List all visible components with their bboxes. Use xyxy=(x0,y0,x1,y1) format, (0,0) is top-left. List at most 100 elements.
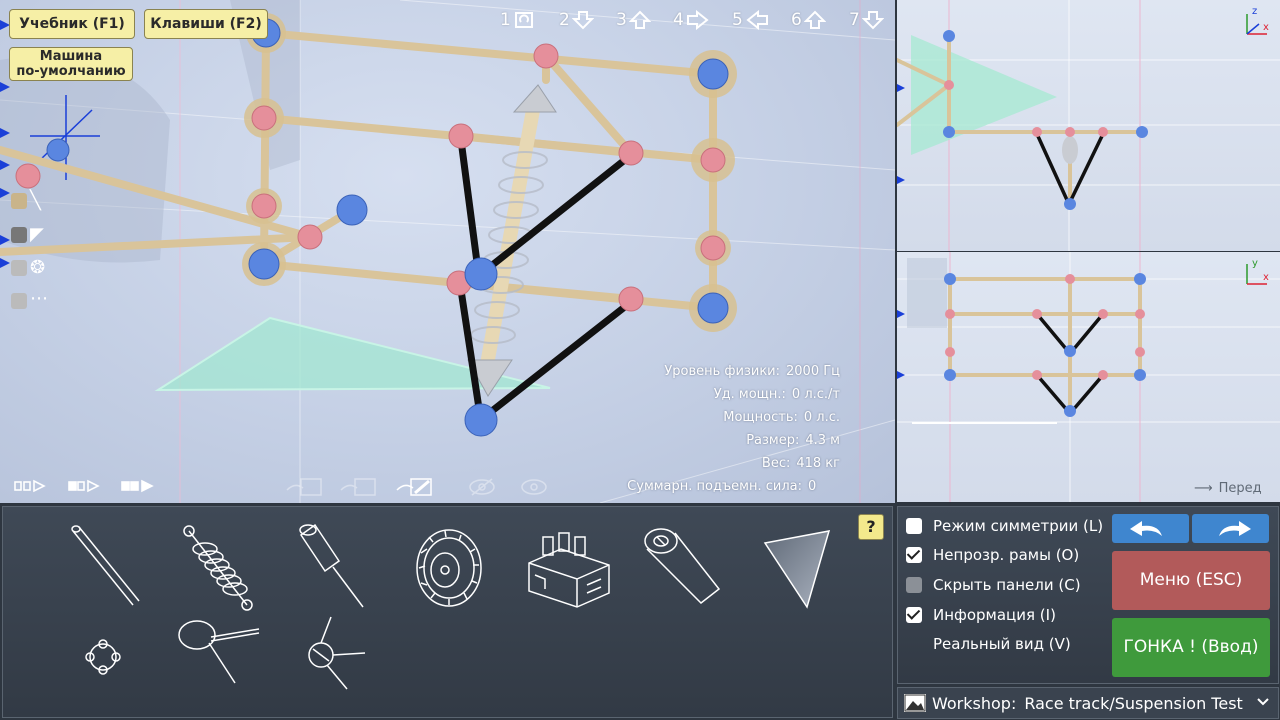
hinge-part[interactable] xyxy=(175,613,271,693)
size-label: Размер: xyxy=(746,433,800,448)
joint-part[interactable] xyxy=(301,613,371,693)
weight-label: Вес: xyxy=(761,456,791,471)
view-button-7[interactable]: 7 xyxy=(849,9,884,31)
paste-disabled-icon[interactable] xyxy=(286,478,322,496)
settings-panel: Режим симметрии (L) Непрозр. рамы (O) Ск… xyxy=(897,506,1279,684)
workshop-selector[interactable]: Workshop: Race track/Suspension Test xyxy=(897,687,1279,719)
wheel-tool-swatch[interactable] xyxy=(11,260,27,276)
redo-button[interactable] xyxy=(1192,514,1269,543)
view-button-3[interactable]: 3 xyxy=(616,9,651,31)
top-orthographic-view[interactable]: y x ⟶ Перед xyxy=(897,252,1280,502)
view-button-number: 2 xyxy=(559,10,570,30)
transform-icon[interactable] xyxy=(396,478,432,496)
node-part[interactable] xyxy=(75,627,135,687)
axis-gizmo-yx: y x xyxy=(1246,258,1269,285)
more-tool-swatch[interactable] xyxy=(11,293,27,309)
side-view-scene: z x xyxy=(897,0,1280,251)
workshop-track-name: Race track/Suspension Test xyxy=(1024,693,1243,713)
arrow-right-icon xyxy=(686,10,709,30)
view-button-6[interactable]: 6 xyxy=(791,9,826,31)
svg-text:x: x xyxy=(1263,22,1269,33)
view-button-number: 3 xyxy=(616,10,627,30)
info-option[interactable]: Информация (I) xyxy=(906,606,1056,624)
beam-tool-swatch[interactable] xyxy=(11,193,27,209)
undo-button[interactable] xyxy=(1112,514,1189,543)
wing-tool-swatch[interactable] xyxy=(11,227,27,243)
default-car-label-line1: Машина xyxy=(39,49,103,64)
wing-panel-part[interactable] xyxy=(759,527,839,613)
speed-normal-icon[interactable] xyxy=(68,479,100,493)
beam-part[interactable] xyxy=(65,523,145,613)
opaque-frames-checkbox[interactable] xyxy=(906,547,922,563)
hide-panels-checkbox[interactable] xyxy=(906,577,922,593)
speed-fast-icon[interactable] xyxy=(121,479,154,493)
size-value: 4.3 м xyxy=(805,433,840,448)
svg-text:y: y xyxy=(1252,258,1258,269)
wing-tool-icon[interactable]: ◤ xyxy=(30,224,44,245)
arrow-up-icon xyxy=(803,10,826,29)
arrow-left-icon xyxy=(746,10,768,30)
tutorial-button[interactable]: Учебник (F1) xyxy=(9,9,135,39)
spring-part[interactable] xyxy=(177,523,267,613)
view-button-4[interactable]: 4 xyxy=(673,9,710,31)
rotate-view-icon xyxy=(514,12,533,28)
symmetry-mode-option[interactable]: Режим симметрии (L) xyxy=(906,517,1103,535)
view-button-number: 1 xyxy=(500,10,511,30)
view-button-2[interactable]: 2 xyxy=(559,9,594,31)
arrow-up-icon xyxy=(628,10,651,29)
vehicle-info-panel: Уровень физики: 2000 Гц Уд. мощн.: 0 л.с./… xyxy=(600,360,840,498)
more-tools-icon[interactable]: ⋯ xyxy=(30,288,48,309)
copy-disabled-icon[interactable] xyxy=(340,478,376,496)
symmetry-mode-checkbox[interactable] xyxy=(906,518,922,534)
redo-icon xyxy=(1219,521,1251,536)
view-button-number: 6 xyxy=(791,10,802,30)
opaque-frames-label: Непрозр. рамы (O) xyxy=(933,546,1080,564)
specific-power-label: Уд. мощн.: xyxy=(713,387,786,402)
default-car-button[interactable]: Машина по-умолчанию xyxy=(9,47,133,81)
main-3d-viewport[interactable]: Учебник (F1) Клавиши (F2) Машина по-умол… xyxy=(0,0,895,503)
top-view-scene: y x xyxy=(897,252,1280,502)
view-button-number: 4 xyxy=(673,10,684,30)
front-label: Перед xyxy=(1218,481,1262,496)
keys-button[interactable]: Клавиши (F2) xyxy=(144,9,268,39)
svg-text:z: z xyxy=(1252,6,1257,17)
hide-disabled-icon[interactable] xyxy=(469,478,495,496)
symmetry-mode-label: Режим симметрии (L) xyxy=(933,517,1104,535)
wheel-part[interactable] xyxy=(409,523,489,613)
view-button-5[interactable]: 5 xyxy=(732,9,769,31)
hide-panels-option[interactable]: Скрыть панели (C) xyxy=(906,576,1081,594)
race-button[interactable]: ГОНКА ! (Ввод) xyxy=(1112,618,1270,677)
playback-controls xyxy=(14,479,154,493)
side-orthographic-view[interactable]: z x xyxy=(897,0,1280,251)
axis-gizmo-zx: z x xyxy=(1246,6,1269,35)
opaque-frames-option[interactable]: Непрозр. рамы (O) xyxy=(906,546,1079,564)
wheel-tool-icon[interactable]: ❂ xyxy=(30,257,45,278)
shock-absorber-part[interactable] xyxy=(293,523,373,613)
menu-button[interactable]: Меню (ESC) xyxy=(1112,551,1270,610)
view-button-number: 7 xyxy=(849,10,860,30)
view-button-number: 5 xyxy=(732,10,743,30)
edit-tool-strip xyxy=(286,478,547,496)
hide-panels-label: Скрыть панели (C) xyxy=(933,576,1081,594)
real-view-option[interactable]: Реальный вид (V) xyxy=(933,635,1071,653)
weight-value: 418 кг xyxy=(796,456,840,471)
physics-level-value: 2000 Гц xyxy=(786,364,840,379)
chevron-down-icon xyxy=(1256,695,1270,711)
thruster-part[interactable] xyxy=(639,523,729,613)
arrow-down-icon xyxy=(861,11,884,30)
undo-icon xyxy=(1130,521,1162,536)
show-disabled-icon[interactable] xyxy=(521,479,547,495)
front-arrow-icon: ⟶ xyxy=(1194,481,1213,496)
arrow-down-icon xyxy=(571,11,594,30)
view-button-1[interactable]: 1 xyxy=(500,9,537,31)
lift-label: Суммарн. подъемн. сила: xyxy=(627,479,802,494)
engine-part[interactable] xyxy=(521,523,613,613)
default-car-label-line2: по-умолчанию xyxy=(16,64,126,79)
front-direction-indicator: ⟶ Перед xyxy=(1194,481,1262,496)
help-button[interactable]: ? xyxy=(858,514,884,540)
speed-slow-icon[interactable] xyxy=(14,479,46,493)
power-label: Мощность: xyxy=(723,410,798,425)
beam-tool-icon[interactable]: ╲ xyxy=(30,190,41,211)
landscape-icon xyxy=(904,694,926,712)
info-checkbox[interactable] xyxy=(906,607,922,623)
